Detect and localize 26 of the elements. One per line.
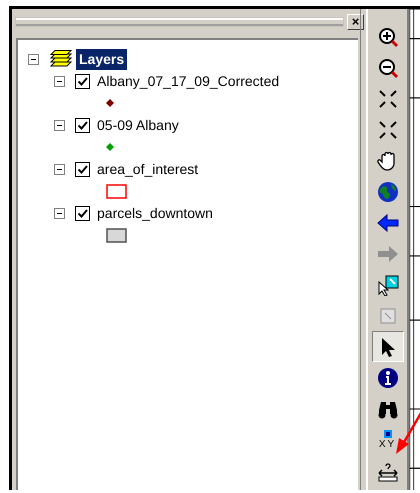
- select-features-icon: [376, 274, 398, 296]
- layer-name: 05-09 Albany: [96, 116, 180, 135]
- layers-label[interactable]: Layers: [76, 48, 128, 70]
- layers-icon: [49, 50, 73, 68]
- layer-checkbox[interactable]: [75, 118, 90, 132]
- collapse-toggle[interactable]: [54, 164, 65, 174]
- info-icon: [376, 366, 398, 388]
- layer-name: parcels_downtown: [96, 204, 214, 223]
- back-arrow-icon: [376, 212, 398, 234]
- globe-icon: [376, 180, 398, 202]
- collapse-toggle[interactable]: [28, 54, 39, 64]
- layer-checkbox[interactable]: [75, 206, 90, 220]
- zoom-in-icon: [376, 26, 398, 48]
- layer-checkbox[interactable]: [75, 74, 90, 88]
- arrows-outward-icon: [376, 118, 398, 140]
- collapse-toggle[interactable]: [54, 120, 65, 130]
- grip-bar[interactable]: [16, 18, 343, 26]
- layer-checkbox[interactable]: [75, 162, 90, 176]
- layer-name: Albany_07_17_09_Corrected: [96, 72, 280, 91]
- arrows-inward-icon: [376, 88, 398, 110]
- close-button[interactable]: ×: [347, 14, 364, 30]
- layer-name: area_of_interest: [96, 160, 200, 179]
- collapse-toggle[interactable]: [54, 208, 65, 218]
- zoom-out-icon: [376, 56, 398, 78]
- collapse-toggle[interactable]: [54, 76, 65, 86]
- select-elements-button[interactable]: [372, 331, 404, 362]
